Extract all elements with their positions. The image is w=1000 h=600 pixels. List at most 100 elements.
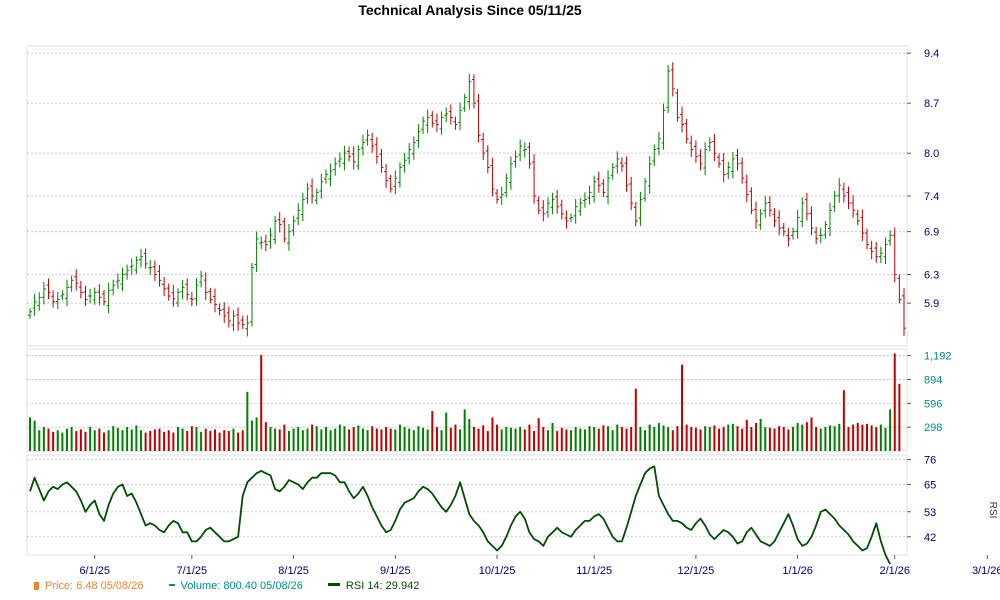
volume-bar bbox=[116, 427, 119, 451]
legend-volume-text: Volume: 800.40 05/08/26 bbox=[180, 580, 303, 592]
price-tick-label: 8.0 bbox=[924, 148, 939, 160]
volume-bar bbox=[361, 428, 364, 451]
volume-bar bbox=[65, 428, 68, 451]
volume-bar bbox=[852, 424, 855, 451]
volume-bar bbox=[417, 426, 420, 451]
volume-bar bbox=[759, 419, 762, 451]
x-tick-label: 1/1/26 bbox=[782, 565, 813, 577]
volume-bar bbox=[130, 429, 133, 451]
volume-bar bbox=[412, 430, 415, 451]
volume-bar bbox=[297, 427, 300, 451]
volume-bar bbox=[556, 431, 559, 451]
volume-bar bbox=[579, 428, 582, 451]
volume-bar bbox=[269, 427, 272, 451]
legend-volume: Volume: 800.40 05/08/26 bbox=[168, 580, 303, 592]
volume-bar bbox=[163, 431, 166, 451]
volume-bar bbox=[121, 430, 124, 451]
volume-bar bbox=[519, 427, 522, 451]
volume-bar bbox=[477, 428, 480, 451]
x-tick-label: 8/1/25 bbox=[278, 565, 309, 577]
volume-bar bbox=[639, 427, 642, 451]
volume-bar bbox=[699, 429, 702, 451]
x-tick-label: 12/1/25 bbox=[678, 565, 715, 577]
volume-bar bbox=[343, 426, 346, 451]
x-tick-label: 9/1/25 bbox=[380, 565, 411, 577]
volume-bar bbox=[667, 427, 670, 451]
volume-series bbox=[29, 353, 901, 451]
volume-bar bbox=[190, 426, 193, 451]
volume-bar bbox=[630, 427, 633, 451]
volume-bar bbox=[810, 417, 813, 451]
volume-bar bbox=[509, 427, 512, 451]
volume-bar bbox=[389, 428, 392, 451]
volume-bar bbox=[616, 424, 619, 451]
volume-bar bbox=[449, 427, 452, 451]
volume-bar bbox=[380, 429, 383, 451]
volume-bar bbox=[172, 432, 175, 451]
volume-bar bbox=[394, 429, 397, 451]
volume-bar bbox=[879, 424, 882, 451]
volume-bar bbox=[250, 420, 253, 451]
volume-bar bbox=[528, 424, 531, 451]
volume-bar bbox=[514, 428, 517, 451]
volume-bar bbox=[611, 430, 614, 451]
volume-bar bbox=[324, 427, 327, 451]
volume-bar bbox=[782, 427, 785, 451]
volume-bar bbox=[736, 426, 739, 451]
volume-bar bbox=[264, 422, 267, 451]
volume-bar bbox=[685, 424, 688, 451]
volume-bar bbox=[505, 427, 508, 451]
volume-bar bbox=[209, 431, 212, 451]
volume-bar bbox=[126, 427, 129, 451]
volume-bar bbox=[764, 427, 767, 451]
volume-bar bbox=[768, 427, 771, 451]
volume-bar bbox=[838, 423, 841, 451]
technical-analysis-chart: 5.9 6.3 6.9 7.4 8.0 8.7 9.4 298 596 894 1,192 42 53 6… bbox=[26, 45, 1000, 577]
volume-bar bbox=[889, 409, 892, 451]
volume-bar bbox=[70, 427, 73, 451]
price-tick-label: 6.3 bbox=[924, 270, 939, 282]
volume-bar bbox=[167, 430, 170, 451]
volume-bar bbox=[334, 428, 337, 451]
rsi-swatch bbox=[327, 583, 340, 586]
volume-bar bbox=[704, 426, 707, 451]
volume-bar bbox=[583, 429, 586, 451]
volume-tick-label: 596 bbox=[924, 398, 942, 410]
volume-bar bbox=[570, 430, 573, 451]
volume-bar bbox=[824, 427, 827, 451]
volume-bar bbox=[435, 427, 438, 451]
volume-bar bbox=[787, 429, 790, 451]
volume-bar bbox=[537, 418, 540, 451]
x-tick-label: 10/1/25 bbox=[479, 565, 516, 577]
volume-bar bbox=[56, 430, 59, 451]
rsi-line bbox=[29, 465, 891, 565]
volume-bar bbox=[718, 428, 721, 451]
legend: Price: 6.48 05/08/26 Volume: 800.40 05/0… bbox=[34, 580, 441, 592]
volume-bar bbox=[847, 427, 850, 451]
volume-bar bbox=[102, 432, 105, 451]
volume-bar bbox=[301, 430, 304, 451]
volume-bar bbox=[496, 424, 499, 451]
volume-bar bbox=[52, 431, 55, 451]
volume-bar bbox=[158, 428, 161, 451]
volume-bar bbox=[75, 431, 78, 451]
volume-bar bbox=[440, 430, 443, 451]
volume-bar bbox=[560, 427, 563, 451]
volume-bar bbox=[542, 427, 545, 451]
volume-bar bbox=[204, 428, 207, 451]
volume-bar bbox=[755, 423, 758, 451]
volume-bar bbox=[213, 429, 216, 451]
volume-bar bbox=[750, 427, 753, 451]
volume-bar bbox=[278, 429, 281, 451]
volume-bar bbox=[153, 429, 156, 451]
price-tick-label: 5.9 bbox=[924, 298, 939, 310]
gridlines bbox=[27, 52, 911, 538]
volume-bar bbox=[398, 424, 401, 451]
rsi-tick-label: 76 bbox=[924, 455, 936, 467]
volume-bar bbox=[597, 428, 600, 451]
volume-bar bbox=[833, 426, 836, 451]
volume-bar bbox=[33, 420, 36, 451]
volume-bar bbox=[246, 391, 249, 451]
volume-bar bbox=[227, 431, 230, 451]
volume-bar bbox=[792, 427, 795, 451]
